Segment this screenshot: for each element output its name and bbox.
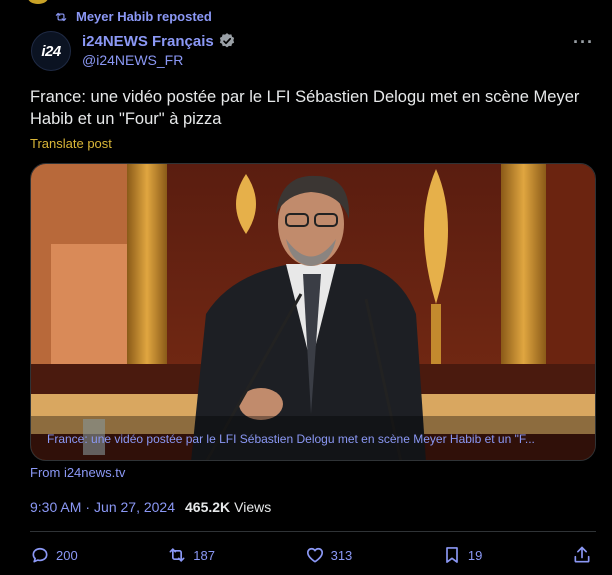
avatar-logo-text: i24	[41, 42, 61, 60]
divider	[30, 531, 596, 532]
repost-count: 187	[193, 547, 215, 563]
repost-indicator[interactable]: Meyer Habib reposted	[54, 9, 212, 24]
repost-icon	[55, 12, 67, 21]
post-time[interactable]: 9:30 AM	[30, 499, 81, 515]
bookmark-icon	[446, 547, 458, 563]
share-icon	[574, 546, 590, 563]
verified-badge-icon	[219, 33, 234, 48]
video-card[interactable]: France: une vidéo postée par le LFI Séba…	[30, 163, 596, 461]
like-button[interactable]: 313	[305, 545, 353, 565]
source-link[interactable]: From i24news.tv	[30, 465, 125, 480]
post-date[interactable]: Jun 27, 2024	[94, 499, 175, 515]
author-name-row[interactable]: i24NEWS Français	[82, 32, 236, 50]
share-button[interactable]	[572, 545, 592, 565]
reply-count: 200	[56, 547, 78, 563]
repost-icon	[169, 548, 185, 562]
like-count: 313	[330, 547, 353, 563]
previous-post-avatar-edge	[28, 0, 48, 4]
post-meta: 9:30 AM · Jun 27, 2024 465.2K Views	[30, 499, 271, 515]
translate-post-link[interactable]: Translate post	[30, 136, 112, 151]
video-thumbnail	[31, 164, 595, 460]
post-text: France: une vidéo postée par le LFI Séba…	[30, 88, 580, 128]
bookmark-count: 19	[467, 547, 483, 563]
more-options-button[interactable]: ···	[573, 32, 594, 53]
views-count: 465.2K	[185, 499, 231, 515]
author-name[interactable]: i24NEWS Français	[82, 33, 214, 50]
meta-separator: ·	[85, 499, 91, 515]
views-label: Views	[234, 499, 272, 515]
reply-icon	[32, 547, 48, 563]
bookmark-button[interactable]: 19	[442, 545, 482, 565]
video-caption: France: une vidéo postée par le LFI Séba…	[47, 432, 535, 446]
author-handle[interactable]: @i24NEWS_FR	[82, 52, 183, 68]
action-bar: 200 187 313 19	[30, 545, 592, 565]
avatar[interactable]: i24	[31, 31, 71, 71]
heart-icon	[306, 547, 323, 563]
repost-text: Meyer Habib reposted	[76, 9, 212, 24]
reply-button[interactable]: 200	[30, 545, 78, 565]
repost-button[interactable]: 187	[167, 545, 215, 565]
